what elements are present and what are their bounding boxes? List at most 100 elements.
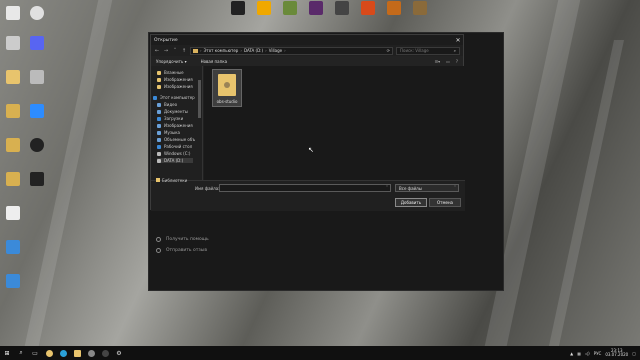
search-icon: ⌕ <box>453 48 456 53</box>
app-icon[interactable] <box>84 346 98 360</box>
obs-icon[interactable] <box>98 346 112 360</box>
search-input[interactable]: Поиск: Village ⌕ <box>396 46 460 55</box>
up-arrow-icon[interactable]: ↑ <box>181 48 187 54</box>
desktop-icon[interactable] <box>6 104 20 118</box>
open-button[interactable]: Добавить <box>395 198 427 207</box>
back-arrow-icon[interactable]: ← <box>154 48 160 54</box>
settings-icon[interactable]: ⚙ <box>112 346 126 360</box>
search-icon[interactable]: ⌕ <box>14 346 28 360</box>
feedback-label: Отправить отзыв <box>166 248 207 253</box>
chevron-down-icon: ˅ <box>454 185 456 190</box>
task-view-icon[interactable]: ▭ <box>28 346 42 360</box>
nav-item[interactable]: Видео <box>157 102 177 107</box>
nav-item[interactable]: Рабочий стол <box>157 144 192 149</box>
desktop-icon[interactable] <box>30 104 44 118</box>
action-center-icon[interactable]: ▢ <box>632 351 636 356</box>
desktop-icon[interactable] <box>30 138 44 152</box>
desktop-icon[interactable] <box>6 6 20 20</box>
close-icon[interactable]: ✕ <box>453 37 463 44</box>
desktop-icon[interactable] <box>280 1 300 23</box>
desktop-icon[interactable] <box>6 70 20 84</box>
help-link[interactable]: Получить помощь <box>156 237 209 242</box>
help-icon <box>156 237 161 242</box>
desktop-icon[interactable] <box>254 1 274 23</box>
desktop-icon[interactable] <box>30 172 44 186</box>
breadcrumb-item[interactable]: DATA (D:) <box>244 48 263 53</box>
navigation-pane: Влажные Изображения Изображения Этот ком… <box>151 66 203 180</box>
cancel-button[interactable]: Отмена <box>429 198 461 207</box>
dialog-titlebar: Открытие ✕ <box>151 35 463 45</box>
start-button[interactable]: ⊞ <box>0 346 14 360</box>
clock[interactable]: 23:13 03.07.2020 <box>605 348 628 358</box>
nav-item[interactable]: Музыка <box>157 130 180 135</box>
folder-icon <box>193 48 198 53</box>
notification-icon[interactable]: ▲ <box>570 351 573 356</box>
file-type-select[interactable]: Все файлы ˅ <box>395 184 459 192</box>
library-icon <box>156 178 160 182</box>
desktop-icons-column <box>0 0 56 300</box>
desktop-icon[interactable] <box>30 6 44 20</box>
chrome-icon[interactable] <box>42 346 56 360</box>
feedback-icon <box>156 248 161 253</box>
forward-arrow-icon[interactable]: → <box>163 48 169 54</box>
desktop-top-icons <box>228 1 430 25</box>
system-tray: ▲ ▦ ◁) РУС 23:13 03.07.2020 ▢ <box>570 346 636 360</box>
desktop-icon[interactable] <box>332 1 352 23</box>
desktop-icon[interactable] <box>384 1 404 23</box>
view-options-icon[interactable]: ☰▾ <box>435 59 441 64</box>
nav-item[interactable]: Документы <box>157 109 188 114</box>
help-icon[interactable]: ? <box>456 59 458 64</box>
file-list: obs-studio ↖ <box>204 66 465 180</box>
desktop-icon[interactable] <box>30 70 44 84</box>
desktop-icon[interactable] <box>30 36 44 50</box>
desktop-icon[interactable] <box>6 138 20 152</box>
network-icon[interactable]: ▦ <box>577 351 581 356</box>
desktop-icon[interactable] <box>6 172 20 186</box>
dialog-toolbar: Упорядочить ▾ Новая папка ☰▾ ▭ ? <box>151 56 463 66</box>
dialog-body: Влажные Изображения Изображения Этот ком… <box>151 66 465 180</box>
taskbar: ⊞ ⌕ ▭ ⚙ ▲ ▦ ◁) РУС 23:13 03.07.2020 ▢ <box>0 346 640 360</box>
new-folder-button[interactable]: Новая папка <box>201 59 228 64</box>
mouse-cursor-icon: ↖ <box>308 146 314 154</box>
desktop-icon[interactable] <box>410 1 430 23</box>
file-name: obs-studio <box>216 99 238 104</box>
desktop-icon[interactable] <box>306 1 326 23</box>
chevron-down-icon[interactable]: ˅ <box>386 185 388 190</box>
desktop-icon[interactable] <box>6 36 20 50</box>
language-indicator[interactable]: РУС <box>594 351 602 356</box>
refresh-icon[interactable]: ⟳ <box>387 48 390 53</box>
feedback-link[interactable]: Отправить отзыв <box>156 248 207 253</box>
preview-pane-icon[interactable]: ▭ <box>446 59 450 64</box>
dialog-footer: Имя файла: ˅ Все файлы ˅ Добавить Отмена <box>151 180 465 211</box>
nav-item-libraries[interactable]: Библиотеки <box>150 176 202 184</box>
nav-item[interactable]: Изображения <box>157 123 193 128</box>
nav-item-data-drive[interactable]: DATA (D:) <box>157 158 194 163</box>
volume-icon[interactable]: ◁) <box>585 351 590 356</box>
nav-item[interactable]: Загрузки <box>157 116 183 121</box>
nav-item[interactable]: Windows (C:) <box>157 151 190 156</box>
folder-icon <box>218 74 236 96</box>
desktop-icon[interactable] <box>6 206 20 220</box>
desktop-icon[interactable] <box>6 240 20 254</box>
explorer-icon[interactable] <box>70 346 84 360</box>
file-name-label: Имя файла: <box>195 186 220 191</box>
navigation-row: ← → ˅ ↑ › Этот компьютер › DATA (D:) › V… <box>151 45 463 56</box>
address-bar[interactable]: › Этот компьютер › DATA (D:) › Village ›… <box>190 46 393 55</box>
chevron-down-icon[interactable]: ˅ <box>172 48 178 54</box>
nav-item[interactable]: Влажные <box>157 70 184 75</box>
desktop-icon[interactable] <box>6 274 20 288</box>
desktop-icon[interactable] <box>358 1 378 23</box>
nav-item-this-pc[interactable]: Этот компьютер <box>153 95 195 100</box>
help-label: Получить помощь <box>166 237 209 242</box>
nav-item[interactable]: Объемные объ <box>157 137 195 142</box>
desktop-icon[interactable] <box>228 1 248 23</box>
breadcrumb-item[interactable]: Этот компьютер <box>204 48 239 53</box>
organize-button[interactable]: Упорядочить ▾ <box>156 59 187 64</box>
telegram-icon[interactable] <box>56 346 70 360</box>
nav-scrollbar[interactable] <box>198 80 201 118</box>
nav-item[interactable]: Изображения <box>157 84 193 89</box>
file-item-folder[interactable]: obs-studio <box>212 69 242 107</box>
nav-item[interactable]: Изображения <box>157 77 193 82</box>
breadcrumb-item[interactable]: Village <box>269 48 282 53</box>
file-name-input[interactable]: ˅ <box>219 184 391 192</box>
